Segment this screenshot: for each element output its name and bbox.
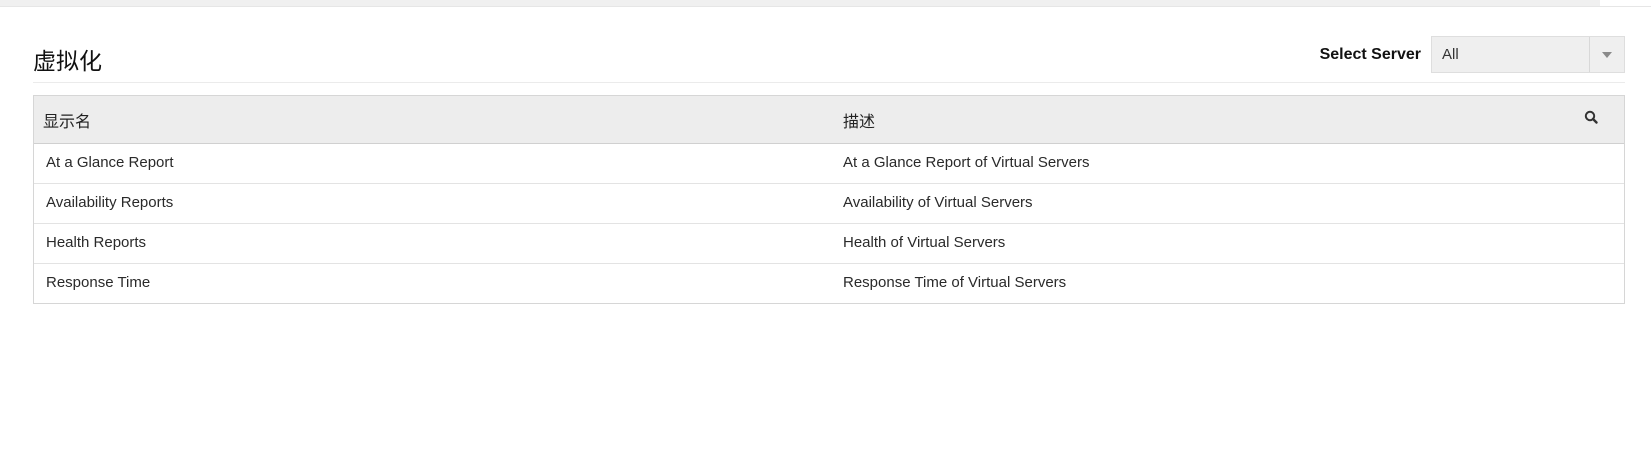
- page-header: 虚拟化 Select Server All: [33, 36, 1625, 83]
- row-description: Availability of Virtual Servers: [843, 194, 1033, 211]
- row-name-link[interactable]: Availability Reports: [46, 194, 173, 211]
- column-header-display-name[interactable]: 显示名: [43, 108, 91, 132]
- row-description: At a Glance Report of Virtual Servers: [843, 154, 1090, 171]
- row-name-link[interactable]: Health Reports: [46, 234, 146, 251]
- row-name-link[interactable]: At a Glance Report: [46, 154, 174, 171]
- table-header: 显示名 描述: [34, 96, 1624, 144]
- top-bar-gap: [1600, 0, 1651, 6]
- top-bar: [0, 0, 1651, 7]
- table-row[interactable]: Response Time Response Time of Virtual S…: [34, 263, 1624, 303]
- reports-table: 显示名 描述 At a Glance Report At a Glance Re…: [33, 95, 1625, 304]
- select-server-label: Select Server: [1319, 46, 1421, 63]
- table-row[interactable]: Availability Reports Availability of Vir…: [34, 183, 1624, 223]
- page-title: 虚拟化: [33, 49, 102, 75]
- row-description: Response Time of Virtual Servers: [843, 274, 1067, 291]
- search-icon[interactable]: [1582, 108, 1602, 128]
- table-row[interactable]: Health Reports Health of Virtual Servers: [34, 223, 1624, 263]
- server-select-value: All: [1442, 46, 1459, 63]
- server-select[interactable]: All: [1431, 36, 1625, 73]
- chevron-down-icon: [1602, 52, 1612, 58]
- table-body: At a Glance Report At a Glance Report of…: [34, 144, 1624, 303]
- table-row[interactable]: At a Glance Report At a Glance Report of…: [34, 144, 1624, 183]
- select-divider: [1589, 37, 1590, 72]
- column-header-description[interactable]: 描述: [843, 108, 875, 132]
- row-description: Health of Virtual Servers: [843, 234, 1006, 251]
- row-name-link[interactable]: Response Time: [46, 274, 150, 291]
